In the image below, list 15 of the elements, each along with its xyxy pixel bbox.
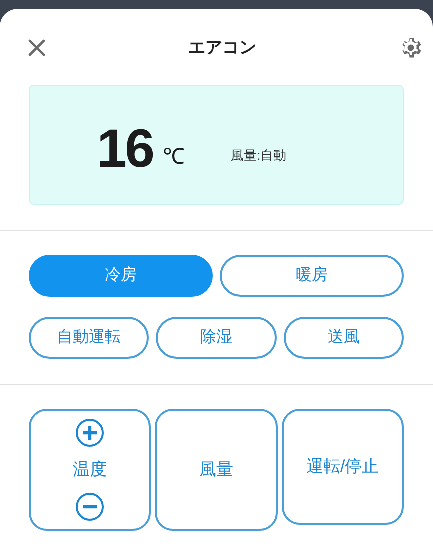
close-button[interactable] [27,38,47,58]
mode-button[interactable]: 暖房 [220,255,404,297]
temperature-label: 温度 [73,459,108,482]
control-button[interactable]: 運転/停止 [282,409,404,525]
dialog-title: エアコン [188,37,256,60]
plus-button[interactable] [75,418,106,448]
temperature-value: 16 [97,122,154,176]
mode-button[interactable]: 送風 [284,317,404,359]
temperature-unit: ℃ [163,142,186,170]
fan-speed-label: 風量:自動 [231,147,287,166]
control-button[interactable]: 風量 [155,409,278,531]
mode-button[interactable]: 除湿 [156,317,277,359]
mode-button[interactable]: 自動運転 [29,317,150,359]
mode-button[interactable]: 冷房 [29,255,213,297]
minus-button[interactable] [75,492,106,522]
